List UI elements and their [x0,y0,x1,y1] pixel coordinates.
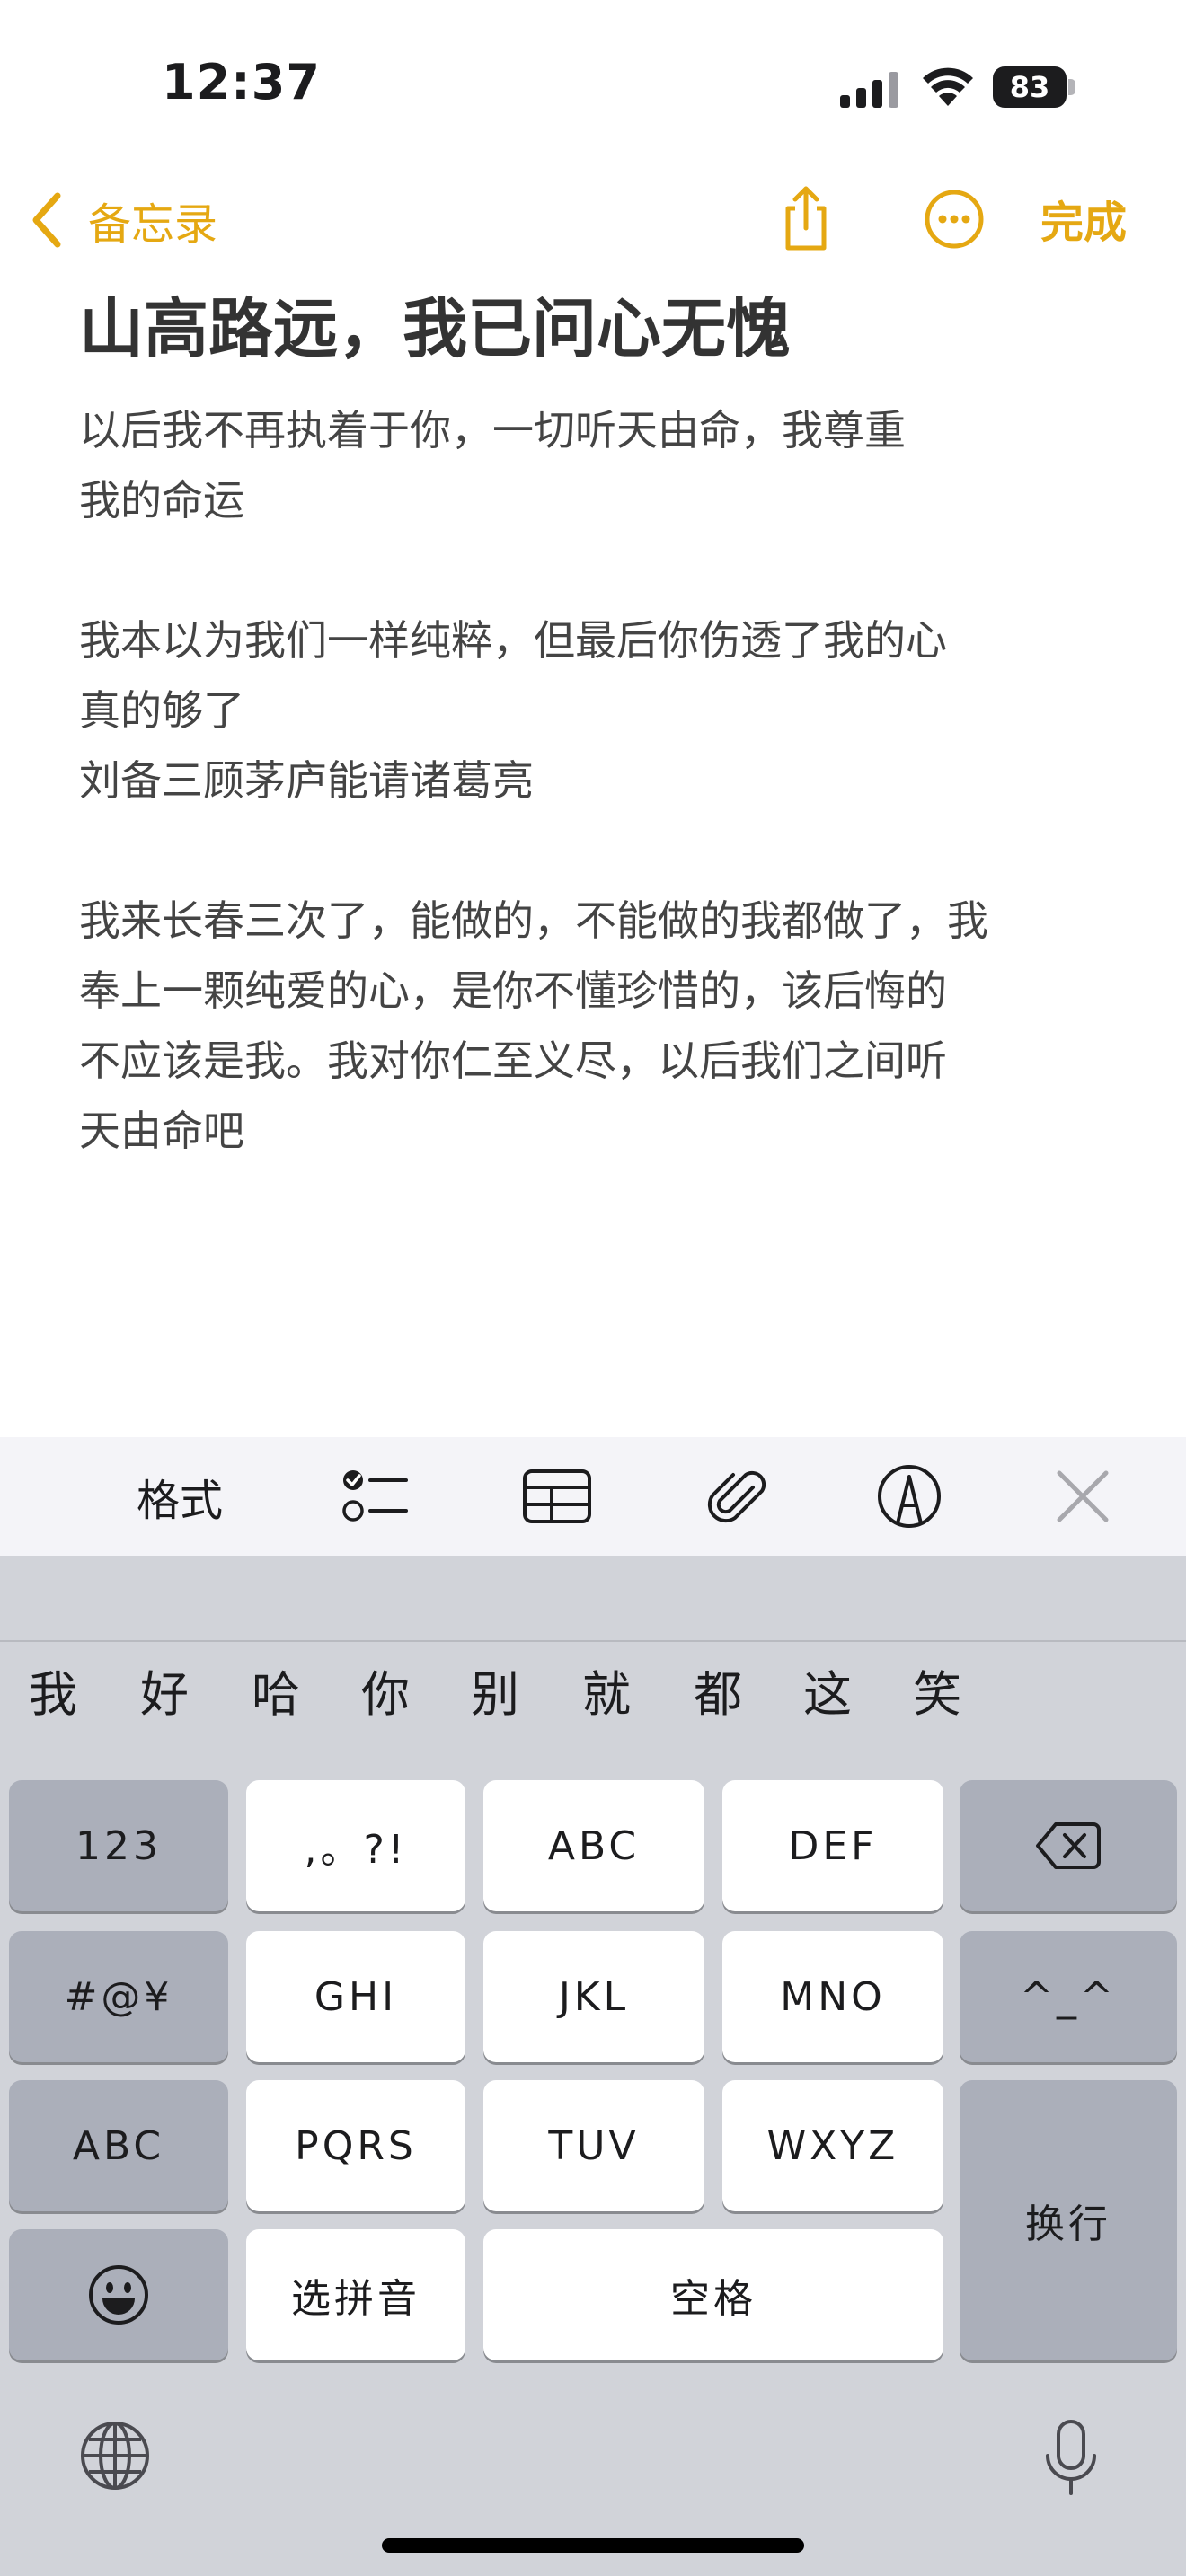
status-bar: 12:37 83 [0,0,1186,171]
globe-icon[interactable] [77,2418,153,2493]
candidate-bar: 我 好 哈 你 别 就 都 这 笑 [0,1642,1186,1741]
emoji-icon [89,2265,148,2325]
table-button[interactable] [521,1460,593,1532]
key-mno[interactable]: MNO [722,1931,943,2062]
markup-icon [878,1465,941,1528]
candidate-word[interactable]: 你 [361,1654,410,1725]
wifi-icon [923,67,973,106]
candidate-word[interactable]: 我 [29,1654,77,1725]
key-ghi[interactable]: GHI [246,1931,465,2062]
key-abc[interactable]: ABC [483,1780,704,1911]
attachment-button[interactable] [701,1460,773,1532]
chevron-left-icon [32,192,61,248]
key-jkl[interactable]: JKL [483,1931,704,2062]
cellular-signal-icon [840,72,898,108]
battery-level: 83 [993,66,1067,108]
candidate-word[interactable]: 笑 [913,1654,961,1725]
key-tuv[interactable]: TUV [483,2080,704,2211]
back-label: 备忘录 [88,199,218,250]
key-pqrs[interactable]: PQRS [246,2080,465,2211]
candidate-word[interactable]: 就 [582,1654,631,1725]
return-key[interactable]: 换行 [960,2080,1177,2360]
space-key[interactable]: 空格 [483,2229,943,2360]
key-abc-mode[interactable]: ABC [9,2080,228,2211]
emoji-key[interactable] [9,2229,228,2360]
status-time: 12:37 [162,54,321,110]
checklist-icon [342,1470,408,1522]
keyboard: 我 好 哈 你 别 就 都 这 笑 123 ,。?! ABC DEF #@¥ G… [0,1556,1186,2576]
microphone-icon[interactable] [1033,2418,1109,2499]
key-kaomoji[interactable]: ^_^ [960,1931,1177,2062]
candidate-word[interactable]: 别 [471,1654,519,1725]
key-symbols[interactable]: #@¥ [9,1931,228,2062]
close-icon [1057,1470,1109,1522]
table-icon [523,1469,591,1523]
markup-button[interactable] [873,1460,945,1532]
back-button[interactable]: 备忘录 [29,180,217,260]
format-toolbar: 格式 [0,1437,1186,1556]
battery-indicator: 83 [993,66,1075,108]
delete-icon [1036,1822,1101,1869]
format-button[interactable]: 格式 [137,1460,223,1532]
candidate-word[interactable]: 好 [140,1654,189,1725]
candidate-word[interactable]: 都 [694,1654,742,1725]
more-icon[interactable] [918,183,990,255]
close-keyboard-button[interactable] [1047,1460,1119,1532]
note-title[interactable]: 山高路远，我已问心无愧 [79,284,1112,374]
key-select-pinyin[interactable]: 选拼音 [246,2229,465,2360]
checklist-button[interactable] [338,1460,410,1532]
key-123[interactable]: 123 [9,1780,228,1911]
home-indicator[interactable] [382,2538,804,2553]
key-punctuation[interactable]: ,。?! [246,1780,465,1911]
share-icon[interactable] [770,183,842,255]
paperclip-icon [707,1470,766,1523]
done-button[interactable]: 完成 [1040,187,1127,250]
candidate-word[interactable]: 哈 [252,1654,300,1725]
key-wxyz[interactable]: WXYZ [722,2080,943,2211]
note-body[interactable]: 以后我不再执着于你，一切听天由命，我尊重 我的命运 我本以为我们一样纯粹，但最后… [79,395,1112,1166]
note-editor[interactable]: 山高路远，我已问心无愧 以后我不再执着于你，一切听天由命，我尊重 我的命运 我本… [79,284,1112,1166]
key-def[interactable]: DEF [722,1780,943,1911]
candidate-word[interactable]: 这 [803,1654,852,1725]
delete-key[interactable] [960,1780,1177,1911]
navigation-bar: 备忘录 完成 [0,171,1186,278]
